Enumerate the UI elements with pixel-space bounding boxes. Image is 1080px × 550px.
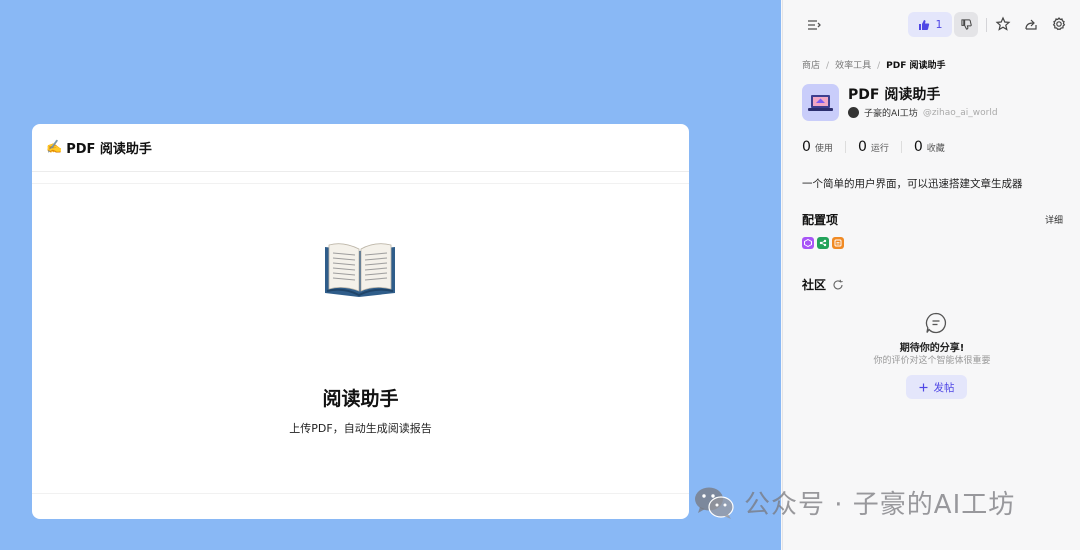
breadcrumb-item-productivity[interactable]: 效率工具 xyxy=(835,61,871,71)
like-count: 1 xyxy=(935,18,943,31)
orange-plugin-icon[interactable] xyxy=(832,237,844,249)
green-plugin-icon[interactable] xyxy=(817,237,829,249)
wechat-watermark: 公众号 · 子豪的AI工坊 xyxy=(694,484,1015,521)
writing-hand-icon: ✍️ xyxy=(46,140,63,155)
breadcrumb-current: PDF 阅读助手 xyxy=(886,61,946,71)
preview-card: ✍️ PDF 阅读助手 阅读助手 上传PDF，自动生成阅读报告 xyxy=(32,124,689,519)
thumbs-up-icon xyxy=(918,19,929,30)
community-section-title: 社区 xyxy=(802,276,844,293)
stat-uses: 0 使用 xyxy=(802,139,833,155)
app-summary: 一个简单的用户界面，可以迅速搭建文章生成器 xyxy=(802,178,1023,190)
laptop-icon xyxy=(808,95,833,111)
collapse-panel-icon[interactable] xyxy=(805,16,823,34)
empty-state-subtitle: 你的评价对这个智能体很重要 xyxy=(873,356,991,366)
stat-label: 收藏 xyxy=(926,144,945,154)
toolbar: 1 xyxy=(783,12,1080,38)
config-detail-link[interactable]: 详细 xyxy=(1045,213,1063,226)
stat-value: 0 xyxy=(857,139,867,155)
breadcrumb-separator: / xyxy=(877,61,881,71)
stat-divider xyxy=(844,141,846,153)
breadcrumb: 商店 / 效率工具 / PDF 阅读助手 xyxy=(802,58,945,71)
wechat-icon xyxy=(695,487,734,519)
stat-runs: 0 运行 xyxy=(858,139,889,155)
star-icon[interactable] xyxy=(995,16,1011,32)
author-handle: @zihao_ai_world xyxy=(922,107,998,118)
author-name[interactable]: 子豪的AI工坊 xyxy=(864,106,918,119)
preview-area: ✍️ PDF 阅读助手 阅读助手 上传PDF，自动生成阅读报告 xyxy=(0,0,781,550)
plugin-list xyxy=(802,237,844,249)
author-line: 子豪的AI工坊 @zihao_ai_world xyxy=(848,106,998,119)
empty-state-title: 期待你的分享! xyxy=(899,343,965,354)
breadcrumb-separator: / xyxy=(826,61,830,71)
app-avatar xyxy=(802,84,839,121)
card-title: PDF 阅读助手 xyxy=(66,142,152,157)
card-body: 阅读助手 上传PDF，自动生成阅读报告 xyxy=(32,184,689,494)
refresh-icon[interactable] xyxy=(832,279,844,291)
sidebar: 1 商店 / 效率工具 / PDF 阅读助手 PDF 阅读助手 子豪的AI工坊 @z xyxy=(782,0,1080,550)
stat-favorites: 0 收藏 xyxy=(914,139,945,155)
stat-value: 0 xyxy=(802,139,811,155)
app-name: PDF 阅读助手 xyxy=(848,87,941,103)
thumbs-down-icon xyxy=(960,19,972,30)
stat-label: 使用 xyxy=(814,144,833,154)
stat-label: 运行 xyxy=(870,144,889,154)
card-divider xyxy=(32,172,689,184)
purple-plugin-icon[interactable] xyxy=(802,237,814,249)
app-description: 上传PDF，自动生成阅读报告 xyxy=(289,422,432,435)
open-book-icon xyxy=(325,243,395,297)
author-avatar[interactable] xyxy=(848,107,859,118)
dislike-button[interactable] xyxy=(954,12,978,37)
toolbar-divider xyxy=(986,18,987,32)
post-button-label: 发帖 xyxy=(933,381,955,394)
settings-gear-icon[interactable] xyxy=(1051,16,1067,32)
comment-bubble-icon xyxy=(925,312,947,334)
share-icon[interactable] xyxy=(1023,16,1039,32)
post-button[interactable]: 发帖 xyxy=(906,375,967,399)
card-header: ✍️ PDF 阅读助手 xyxy=(32,124,689,172)
watermark-text: 公众号 · 子豪的AI工坊 xyxy=(744,490,1016,520)
config-section-title: 配置项 xyxy=(802,213,839,227)
community-title-text: 社区 xyxy=(802,278,827,292)
app-title: 阅读助手 xyxy=(322,388,399,410)
breadcrumb-item-store[interactable]: 商店 xyxy=(802,61,820,71)
stats-row: 0 使用 0 运行 0 收藏 xyxy=(802,139,957,155)
stat-divider xyxy=(900,141,902,153)
like-button[interactable]: 1 xyxy=(908,12,952,37)
plus-icon xyxy=(919,383,927,391)
stat-value: 0 xyxy=(913,139,923,155)
